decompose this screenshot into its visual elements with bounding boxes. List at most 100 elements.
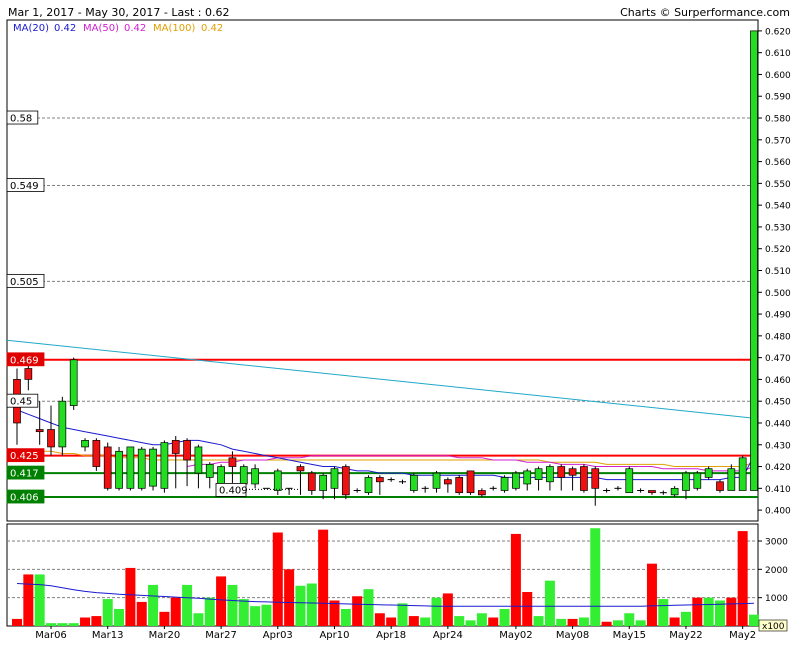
x-tick-label: Mar20 [149,630,181,641]
volume-y-tick-label: 2000 [765,566,788,576]
volume-bar [284,569,295,626]
level-label: 0.406 [10,493,39,504]
legend-ma100-value: 0.42 [201,23,223,34]
candle-body [704,468,713,478]
level-label: 0.417 [10,469,39,480]
volume-bar [669,617,680,626]
volume-bar [306,583,317,626]
volume-bar [23,574,34,626]
price-y-tick-label: 0.460 [765,376,791,386]
candle-body [693,472,702,489]
candle-body [625,468,634,494]
x-tick-label: Mar06 [35,630,67,641]
legend-ma100-label: MA(100) [153,23,195,34]
legend-ma20-value: 0.42 [54,23,76,34]
level-label: 0.469 [10,355,39,366]
x-tick-label: Apr10 [319,630,349,641]
candle-body [591,468,600,489]
volume-bar [80,617,91,626]
price-y-tick-label: 0.600 [765,71,791,81]
candle-body [171,440,180,454]
volume-bar [749,614,759,626]
price-y-tick-label: 0.470 [765,354,791,364]
candle-body [205,464,214,478]
legend: MA(20) 0.42 MA(50) 0.42 MA(100) 0.42 [13,23,223,34]
x-tick-label: Apr03 [263,630,293,641]
price-y-tick-label: 0.570 [765,136,791,146]
volume-bar [68,623,79,626]
candle-body [432,472,441,489]
volume-bar [420,617,431,626]
chart-stage: Mar 1, 2017 - May 30, 2017 - Last : 0.62… [0,0,805,650]
volume-bar [12,618,22,626]
candle-body [47,429,55,448]
price-y-tick-label: 0.540 [765,202,791,212]
volume-bar [442,593,453,626]
volume-bar [533,616,544,626]
candle-body [251,468,259,485]
volume-bar [114,609,125,626]
volume-bar [91,616,102,626]
candle-body [580,466,588,491]
chart-background [0,0,805,650]
candle-body [307,472,316,491]
volume-bar [272,532,283,626]
volume-bar [692,597,703,626]
volume-bar [680,611,691,626]
price-y-tick-label: 0.550 [765,180,791,190]
volume-bar [703,597,714,626]
volume-bar [567,618,578,626]
volume-bar [193,613,204,626]
price-y-tick-label: 0.560 [765,158,791,168]
candle-body [296,466,305,472]
volume-bar [454,616,465,626]
volume-bar [601,621,612,626]
volume-bar [476,613,487,626]
volume-bar [340,609,351,626]
candle-body [149,448,157,487]
volume-bar [522,592,533,626]
chart-range-text: Mar 1, 2017 - May 30, 2017 - Last : 0.62 [8,6,230,19]
price-y-tick-label: 0.410 [765,485,791,495]
candle-body [409,474,418,491]
candle-body [738,457,747,491]
candle-body [183,440,191,461]
candle-body [69,359,78,406]
candle-body [341,466,350,496]
level-label: 0.425 [10,451,39,462]
volume-unit-label: x100 [762,622,785,632]
candle-body [126,446,135,489]
candle-body [239,466,248,485]
volume-bar [125,567,136,626]
volume-bar [227,584,238,626]
candle-body [557,466,566,478]
candle-body [375,477,384,483]
volume-bar [578,617,589,626]
x-tick-label: Apr18 [376,630,406,641]
candle-body [194,446,203,474]
candle-body [648,490,656,494]
volume-bar [556,618,567,626]
price-y-tick-label: 0.430 [765,441,791,451]
volume-bar [318,529,329,626]
x-tick-label: May08 [556,630,589,641]
volume-bar [57,623,68,626]
volume-bar [646,563,657,626]
candle-body [478,490,486,496]
volume-bar [46,623,57,626]
candle-body [750,30,758,491]
volume-bar [238,599,249,626]
x-tick-label: Mar27 [205,630,237,641]
price-y-tick-label: 0.530 [765,223,791,233]
candle-body [160,442,169,489]
volume-bar [250,606,261,626]
candle-body [534,468,543,480]
candle-body [727,468,736,491]
level-label: 0.45 [10,397,32,408]
candle-body [716,481,724,491]
candle-body [24,368,33,380]
volume-bar [261,604,272,626]
volume-bar [465,620,476,626]
candle-body [35,429,44,433]
price-y-tick-label: 0.620 [765,27,791,37]
